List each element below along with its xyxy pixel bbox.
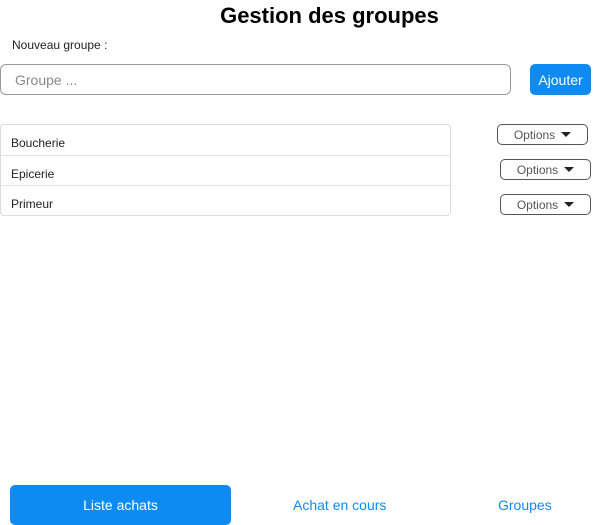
nav-groupes-link[interactable]: Groupes xyxy=(498,497,552,513)
options-label: Options xyxy=(516,162,559,177)
new-group-label: Nouveau groupe : xyxy=(12,38,108,52)
group-row-boucherie[interactable]: Boucherie xyxy=(1,125,450,155)
caret-down-icon xyxy=(564,202,575,207)
page-title: Gestion des groupes xyxy=(220,3,439,28)
nav-achat-en-cours-link[interactable]: Achat en cours xyxy=(293,497,386,513)
options-dropdown-primeur[interactable]: Options xyxy=(500,194,591,215)
nav-liste-achats-button[interactable]: Liste achats xyxy=(10,485,231,525)
options-label: Options xyxy=(516,197,559,212)
group-name: Boucherie xyxy=(11,136,66,150)
group-row-primeur[interactable]: Primeur xyxy=(1,185,450,215)
group-row-epicerie[interactable]: Epicerie xyxy=(1,155,450,185)
caret-down-icon xyxy=(561,132,572,137)
options-dropdown-boucherie[interactable]: Options xyxy=(497,124,588,145)
group-list: Boucherie Epicerie Primeur xyxy=(0,124,451,216)
caret-down-icon xyxy=(564,167,575,172)
add-group-button[interactable]: Ajouter xyxy=(530,64,591,95)
options-label: Options xyxy=(513,127,556,142)
group-name-input[interactable] xyxy=(0,64,511,95)
options-dropdown-epicerie[interactable]: Options xyxy=(500,159,591,180)
group-name: Epicerie xyxy=(11,166,55,181)
group-name: Primeur xyxy=(11,196,54,211)
